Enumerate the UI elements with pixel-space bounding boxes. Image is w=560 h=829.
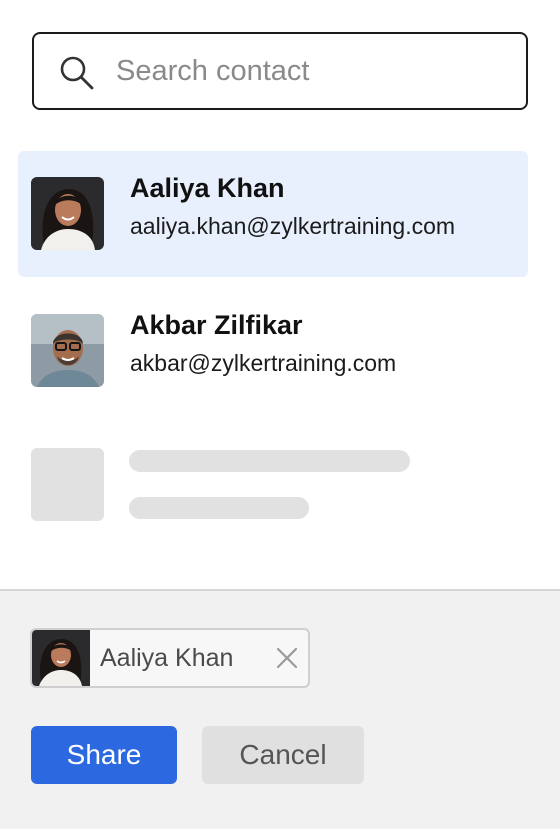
contact-item-aaliya-khan[interactable]: Aaliya Khan aaliya.khan@zylkertraining.c… (18, 151, 528, 277)
share-contact-panel: Aaliya Khan aaliya.khan@zylkertraining.c… (0, 0, 560, 829)
contact-item-akbar-zilfikar[interactable]: Akbar Zilfikar akbar@zylkertraining.com (18, 288, 528, 414)
skeleton-line-name (129, 450, 410, 472)
avatar (31, 177, 104, 250)
close-icon[interactable] (272, 643, 302, 673)
avatar (32, 630, 90, 686)
avatar (31, 314, 104, 387)
cancel-button[interactable]: Cancel (202, 726, 364, 784)
skeleton-line-email (129, 497, 309, 519)
contact-name: Akbar Zilfikar (130, 310, 303, 340)
search-icon (60, 56, 94, 90)
contact-email: akbar@zylkertraining.com (130, 350, 397, 376)
skeleton-avatar-placeholder (31, 448, 104, 521)
contact-email: aaliya.khan@zylkertraining.com (130, 213, 456, 239)
search-input[interactable] (116, 44, 516, 98)
chip-label: Aaliya Khan (100, 644, 234, 672)
selected-contact-chip: Aaliya Khan (30, 628, 310, 688)
share-footer: Aaliya Khan Share Cancel (0, 589, 560, 829)
contact-name: Aaliya Khan (130, 173, 285, 203)
share-button[interactable]: Share (31, 726, 177, 784)
search-box[interactable] (32, 32, 528, 110)
